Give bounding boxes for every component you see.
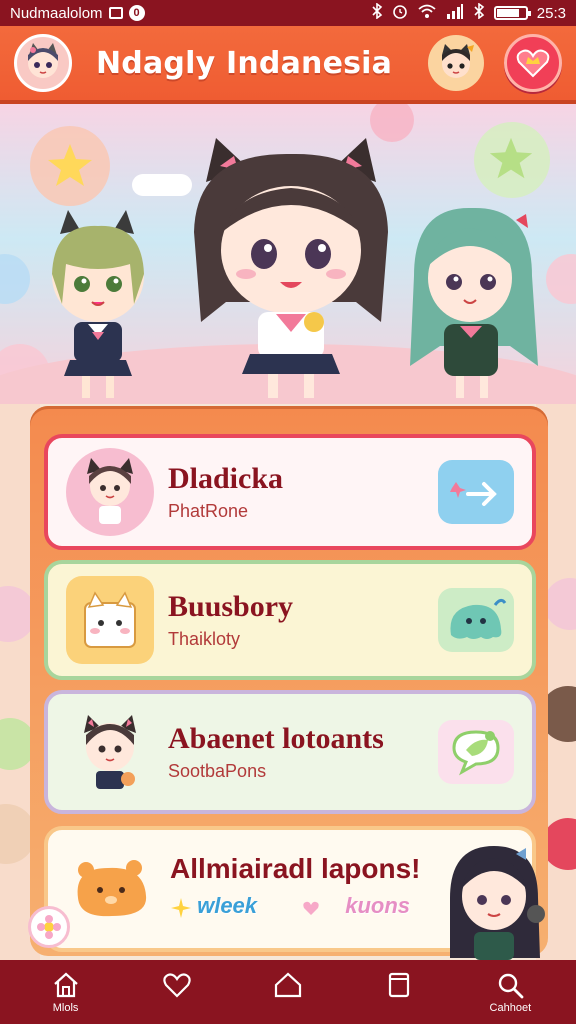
nav-label: Mlols [52, 1001, 79, 1014]
search-icon [499, 973, 524, 998]
card-avatar [66, 576, 154, 664]
bubble [0, 254, 30, 304]
blob-icon [450, 598, 507, 639]
bubble [546, 254, 576, 304]
favorites-button[interactable] [504, 34, 562, 92]
card-subtitle: Thaikloty [168, 629, 241, 649]
character-avatar[interactable] [428, 35, 484, 91]
status-bar-text: Nudmaalolom [10, 4, 103, 22]
bluetooth-icon [473, 2, 485, 23]
house-icon [274, 972, 302, 997]
blob-button[interactable] [438, 588, 514, 652]
nav-home[interactable]: Mlols [21, 970, 111, 1015]
app-bar: Ndagly Indanesia [0, 26, 576, 104]
window-icon [389, 972, 410, 997]
character-green-hair [52, 210, 144, 398]
list-item[interactable]: Abaenet lotoants SootbaPons [44, 690, 536, 814]
home-icon [53, 972, 78, 997]
notification-badge: 0 [128, 5, 145, 21]
chat-bubble-icon [452, 730, 500, 776]
app-title: Ndagly Indanesia [96, 45, 393, 81]
alarm-icon [392, 3, 408, 23]
arrow-right-button[interactable] [438, 460, 514, 524]
tag-icons: kuons [345, 892, 411, 918]
clock: 25:3 [536, 4, 566, 22]
nav-label: Cahhoet [489, 1001, 532, 1014]
signal-icon [446, 3, 464, 23]
card-avatar [66, 708, 154, 796]
card-subtitle: SootbaPons [168, 761, 267, 781]
corner-badge[interactable] [28, 906, 70, 948]
card-avatar [66, 448, 154, 536]
wifi-icon [417, 3, 437, 23]
heart-icon [163, 972, 191, 998]
card-avatar [66, 854, 156, 924]
hero-banner [0, 104, 576, 404]
status-bar: Nudmaalolom 0 25:3 [0, 0, 576, 26]
list-item[interactable]: Dladicka PhatRone [44, 434, 536, 550]
card-title: Buusbory [168, 590, 294, 623]
bluetooth-icon [371, 2, 383, 23]
sparkle-icon [171, 898, 191, 919]
character-main [194, 138, 388, 398]
notification-icon [108, 7, 123, 19]
card-title: Abaenet lotoants [168, 722, 384, 755]
chat-button[interactable] [438, 720, 514, 784]
card-subtitle: PhatRone [168, 501, 249, 521]
battery-icon [493, 6, 531, 20]
crown-heart-icon [516, 49, 550, 78]
heart-icon [303, 902, 319, 916]
nav-house[interactable] [243, 970, 333, 1015]
nav-favorites[interactable] [132, 970, 222, 1015]
character-teal-hair [410, 207, 538, 398]
bottom-navigation: Mlols Cahhoet [0, 960, 576, 1024]
star-icon [48, 144, 92, 186]
flower-icon [37, 915, 61, 939]
profile-avatar[interactable] [14, 34, 72, 92]
tag-week: wleek [197, 892, 258, 918]
nav-recents[interactable] [354, 970, 444, 1015]
list-item[interactable]: Buusbory Thaikloty [44, 560, 536, 680]
character-dark-hair [450, 846, 545, 960]
arrow-right-icon [450, 482, 497, 506]
battery-level [496, 9, 520, 17]
card-title: Dladicka [168, 462, 284, 495]
nav-search[interactable]: Cahhoet [465, 970, 555, 1015]
star-icon [489, 137, 533, 179]
